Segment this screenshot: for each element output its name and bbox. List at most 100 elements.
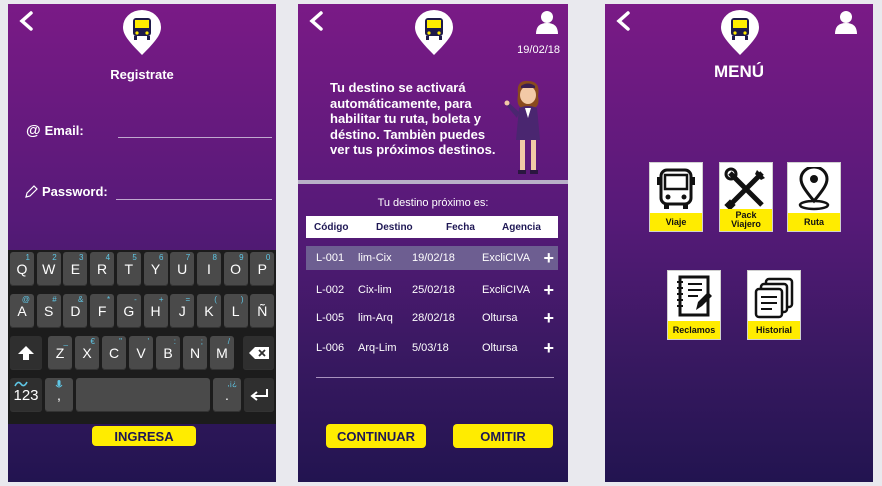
cell-dest: Cix-lim <box>358 284 392 296</box>
email-label: @ Email: <box>26 122 84 139</box>
info-message: Tu destino se activará automáticamente, … <box>330 80 496 157</box>
key-t[interactable]: T5 <box>116 252 141 286</box>
numbers-key[interactable]: 123 <box>10 378 42 412</box>
password-label: Password: <box>24 184 108 199</box>
key-p[interactable]: P0 <box>250 252 275 286</box>
shift-arrow-icon <box>18 346 34 360</box>
bus-icon <box>650 163 702 215</box>
register-screen: Registrate @ Email: Password: Q1W2E3R4T5… <box>8 4 276 482</box>
back-arrow-icon[interactable] <box>16 10 38 32</box>
key-g[interactable]: G- <box>116 294 141 328</box>
key-q[interactable]: Q1 <box>10 252 34 286</box>
skip-button[interactable]: OMITIR <box>453 424 553 448</box>
back-arrow-icon[interactable] <box>306 10 328 32</box>
cell-date: 19/02/18 <box>412 252 455 264</box>
backspace-icon <box>248 347 269 359</box>
key-x[interactable]: X € <box>75 336 99 370</box>
key-b[interactable]: B: <box>156 336 180 370</box>
key-m[interactable]: M / <box>210 336 234 370</box>
period-key[interactable]: . ,¡¿ <box>213 378 241 412</box>
key-z[interactable]: Z _ <box>48 336 72 370</box>
key-u[interactable]: U7 <box>170 252 195 286</box>
table-row[interactable]: L-002 Cix-lim 25/02/18 ExcliCIVA + <box>306 278 558 302</box>
cell-date: 5/03/18 <box>412 342 449 354</box>
add-icon[interactable]: + <box>543 280 554 301</box>
key-d[interactable]: D & <box>63 294 88 328</box>
cell-dest: Arq-Lim <box>358 342 397 354</box>
menu-tile-label: Reclamos <box>668 321 720 339</box>
cell-agency: Oltursa <box>482 342 518 354</box>
add-icon[interactable]: + <box>543 308 554 329</box>
email-underline <box>118 137 272 138</box>
key-n[interactable]: N; <box>183 336 207 370</box>
destinations-screen: 19/02/18 Tu destino se activará automáti… <box>298 4 568 482</box>
menu-tile-historial[interactable]: Historial <box>747 270 801 340</box>
cell-date: 28/02/18 <box>412 312 455 324</box>
key-h[interactable]: H + <box>143 294 168 328</box>
next-destination-label: Tu destino próximo es: <box>377 197 489 209</box>
shift-key[interactable] <box>10 336 42 370</box>
pencil-icon <box>25 184 38 198</box>
back-arrow-icon[interactable] <box>613 10 635 32</box>
flight-attendant-illustration <box>504 80 540 174</box>
key-r[interactable]: R4 <box>90 252 115 286</box>
ingresa-button[interactable]: INGRESA <box>92 426 196 446</box>
add-icon[interactable]: + <box>543 248 554 269</box>
table-row[interactable]: L-006 Arq-Lim 5/03/18 Oltursa + <box>306 336 558 360</box>
comma-key[interactable]: , <box>45 378 73 412</box>
key-i[interactable]: I8 <box>196 252 221 286</box>
key-o[interactable]: O9 <box>223 252 248 286</box>
menu-tile-label: Historial <box>748 321 800 339</box>
cell-agency: ExcliCIVA <box>482 284 531 296</box>
key-j[interactable]: J = <box>170 294 195 328</box>
key-v[interactable]: V ' <box>129 336 153 370</box>
history-icon <box>748 271 800 323</box>
enter-key[interactable] <box>244 378 274 412</box>
continue-button[interactable]: CONTINUAR <box>326 424 426 448</box>
menu-tile-pack-viajero[interactable]: Pack Viajero <box>719 162 773 232</box>
column-header-code: Código <box>314 221 349 233</box>
cell-dest: lim-Cix <box>358 252 392 264</box>
user-profile-icon[interactable] <box>835 10 857 34</box>
register-title: Registrate <box>110 67 174 82</box>
key-c[interactable]: C " <box>102 336 126 370</box>
key-y[interactable]: Y6 <box>143 252 168 286</box>
bus-logo-icon <box>721 10 759 55</box>
table-header: Código Destino Fecha Agencia <box>306 216 558 238</box>
key-a[interactable]: A @ <box>10 294 34 328</box>
menu-tile-reclamos[interactable]: Reclamos <box>667 270 721 340</box>
key-s[interactable]: S # <box>36 294 61 328</box>
bus-logo-icon <box>123 10 161 55</box>
menu-tile-viaje[interactable]: Viaje <box>649 162 703 232</box>
user-profile-icon[interactable] <box>536 10 558 34</box>
password-underline <box>116 199 272 200</box>
key-w[interactable]: W2 <box>36 252 61 286</box>
cell-agency: Oltursa <box>482 312 518 324</box>
key-f[interactable]: F * <box>90 294 115 328</box>
space-bar[interactable] <box>76 378 210 412</box>
enter-arrow-icon <box>250 389 268 401</box>
menu-tile-ruta[interactable]: Ruta <box>787 162 841 232</box>
email-field[interactable] <box>118 120 270 136</box>
table-row[interactable]: L-001 lim-Cix 19/02/18 ExcliCIVA + <box>306 246 558 270</box>
cell-code: L-001 <box>316 252 345 264</box>
on-screen-keyboard: Q1W2E3R4T5Y6U7I8O9P0 A @ S # D & F * G - H + J = K(L) Ñ… <box>8 250 276 424</box>
menu-tile-label: Ruta <box>788 213 840 231</box>
key-k[interactable]: K( <box>196 294 221 328</box>
backspace-key[interactable] <box>243 336 274 370</box>
table-row[interactable]: L-005 lim-Arq 28/02/18 Oltursa + <box>306 306 558 330</box>
swiftkey-icon <box>14 381 28 387</box>
password-field[interactable] <box>118 182 270 198</box>
cell-agency: ExcliCIVA <box>482 252 531 264</box>
key-e[interactable]: E3 <box>63 252 88 286</box>
add-icon[interactable]: + <box>543 338 554 359</box>
cell-code: L-006 <box>316 342 345 354</box>
current-date: 19/02/18 <box>517 44 560 56</box>
complaint-book-icon <box>668 271 720 323</box>
key-ñ[interactable]: Ñ <box>250 294 275 328</box>
microphone-icon <box>55 380 63 388</box>
key-l[interactable]: L) <box>223 294 248 328</box>
at-sign-icon: @ <box>26 122 41 139</box>
bus-logo-icon <box>415 10 453 55</box>
section-divider <box>298 180 568 184</box>
